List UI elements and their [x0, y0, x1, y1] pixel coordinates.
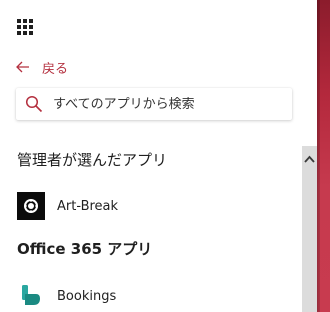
bookings-logo-icon: [17, 282, 45, 310]
app-item-art-break[interactable]: Art-Break: [17, 192, 118, 220]
search-input[interactable]: [53, 96, 273, 112]
app-item-bookings[interactable]: Bookings: [17, 282, 116, 310]
background-page: [317, 0, 330, 312]
vertical-scrollbar[interactable]: [302, 146, 317, 312]
app-launcher-waffle-icon[interactable]: [17, 19, 33, 35]
app-launcher-panel: 戻る 管理者が選んだアプリ Art-Break Office 365 アプリ: [0, 0, 317, 312]
chevron-up-icon: [304, 155, 315, 163]
arrow-left-icon: [16, 61, 29, 73]
back-button[interactable]: 戻る: [16, 57, 68, 77]
search-icon: [25, 95, 43, 113]
scroll-up-button[interactable]: [302, 146, 317, 172]
admin-apps-heading: 管理者が選んだアプリ: [17, 151, 168, 169]
office-apps-heading: Office 365 アプリ: [17, 240, 153, 258]
art-break-logo-icon: [17, 192, 45, 220]
back-label: 戻る: [42, 61, 69, 77]
search-box[interactable]: [16, 88, 292, 120]
backdrop-shade: [317, 0, 320, 312]
app-label-bookings: Bookings: [57, 288, 117, 304]
app-label-art-break: Art-Break: [57, 198, 119, 214]
